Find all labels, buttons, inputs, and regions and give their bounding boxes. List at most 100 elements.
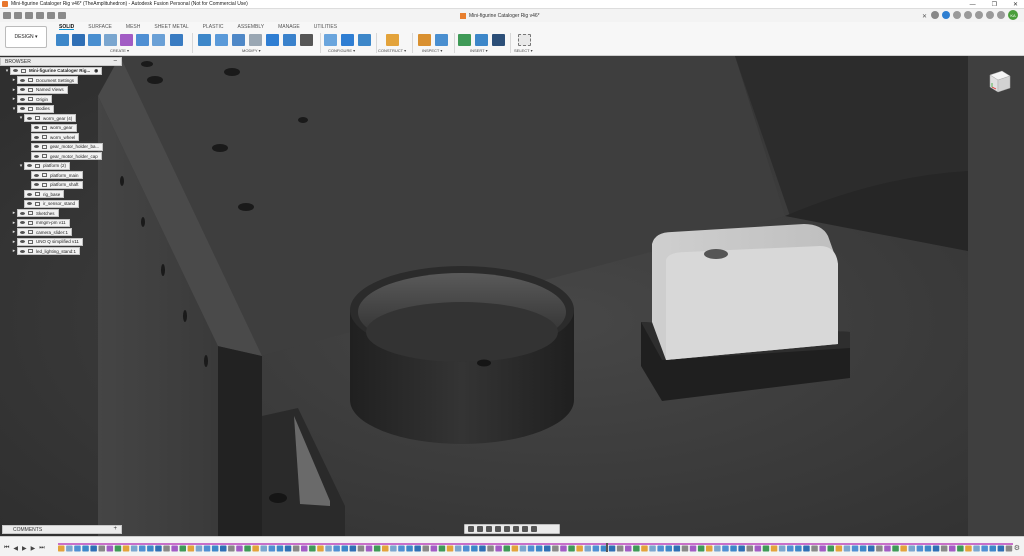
- visibility-eye-icon[interactable]: [20, 249, 25, 253]
- question-icon[interactable]: [997, 11, 1005, 19]
- timeline-feature-icon[interactable]: [260, 545, 268, 552]
- tree-item-label[interactable]: Named Views: [17, 85, 68, 94]
- home-icon[interactable]: [3, 12, 11, 19]
- timeline-feature-icon[interactable]: [438, 545, 446, 552]
- tree-item[interactable]: ▸ Named Views: [0, 85, 122, 95]
- look-at-icon[interactable]: [477, 526, 483, 532]
- extrude-icon[interactable]: [88, 34, 101, 46]
- configure-rule-icon[interactable]: [358, 34, 371, 46]
- timeline-feature-icon[interactable]: [697, 545, 705, 552]
- timeline-feature-icon[interactable]: [681, 545, 689, 552]
- timeline-feature-icon[interactable]: [349, 545, 357, 552]
- timeline-feature-icon[interactable]: [535, 545, 543, 552]
- create-sketch-icon[interactable]: [72, 34, 85, 46]
- help-icon[interactable]: [975, 11, 983, 19]
- tree-item[interactable]: rig_base: [0, 190, 122, 200]
- split-body-icon[interactable]: [283, 34, 296, 46]
- tree-item[interactable]: ▾ Bodies: [0, 104, 122, 114]
- fit-icon[interactable]: [504, 526, 510, 532]
- timeline-feature-icon[interactable]: [341, 545, 349, 552]
- tree-item[interactable]: ▸ Origin: [0, 95, 122, 105]
- timeline-feature-icon[interactable]: [649, 545, 656, 552]
- chamfer-icon[interactable]: [232, 34, 245, 46]
- timeline-feature-icon[interactable]: [406, 545, 413, 552]
- timeline-feature-icon[interactable]: [706, 545, 713, 552]
- timeline-feature-icon[interactable]: [284, 545, 292, 552]
- timeline-feature-icon[interactable]: [965, 545, 972, 552]
- step-back-icon[interactable]: ◀: [13, 545, 18, 552]
- comments-panel[interactable]: COMMENTS +: [2, 525, 122, 534]
- extensions-icon[interactable]: [942, 11, 950, 19]
- timeline-feature-icon[interactable]: [365, 545, 373, 552]
- tab-manage[interactable]: MANAGE: [278, 22, 300, 30]
- redo-icon[interactable]: [58, 12, 66, 19]
- maximize-icon[interactable]: ❐: [992, 1, 997, 8]
- timeline-feature-icon[interactable]: [511, 545, 519, 552]
- timeline-feature-icon[interactable]: [527, 545, 535, 552]
- timeline-feature-icon[interactable]: [58, 545, 65, 552]
- timeline-feature-icon[interactable]: [989, 545, 997, 552]
- timeline-feature-icon[interactable]: [827, 545, 835, 552]
- tree-item-label[interactable]: Bodies: [17, 104, 54, 113]
- tree-item[interactable]: ▾ worm_gear (4): [0, 114, 122, 124]
- timeline-feature-icon[interactable]: [471, 545, 478, 552]
- minimize-icon[interactable]: —: [970, 2, 976, 8]
- tree-item-label[interactable]: gear_motor_holder_cap: [31, 152, 102, 161]
- timeline-feature-icon[interactable]: [584, 545, 592, 552]
- configure-table-icon[interactable]: [324, 34, 337, 46]
- tree-root[interactable]: ▾ Mini-figurine Cataloger Rig... ◉: [0, 66, 122, 76]
- tree-item[interactable]: gear_motor_holder_ba...: [0, 142, 122, 152]
- tree-item-label[interactable]: platform_main: [31, 171, 83, 180]
- insert-group-label[interactable]: INSERT ▾: [470, 48, 488, 53]
- notifications-icon[interactable]: [964, 11, 972, 19]
- timeline-feature-icon[interactable]: [633, 545, 640, 552]
- timeline-feature-icon[interactable]: [276, 545, 284, 552]
- tree-item-label[interactable]: led_lighting_stand:1: [17, 247, 81, 256]
- grid-settings-icon[interactable]: [522, 526, 528, 532]
- tree-item-label[interactable]: worm_gear: [31, 123, 77, 132]
- tab-mesh[interactable]: MESH: [126, 22, 140, 30]
- visibility-eye-icon[interactable]: [20, 211, 25, 215]
- timeline-feature-icon[interactable]: [220, 545, 227, 552]
- tree-item-label[interactable]: worm_gear (4): [24, 114, 77, 123]
- tab-plastic[interactable]: PLASTIC: [203, 22, 224, 30]
- tree-item-label[interactable]: Document Settings: [17, 76, 79, 85]
- shell-icon[interactable]: [249, 34, 262, 46]
- visibility-eye-icon[interactable]: [27, 192, 32, 196]
- mirror-icon[interactable]: [170, 34, 183, 46]
- timeline-feature-icon[interactable]: [463, 545, 470, 552]
- timeline-feature-icon[interactable]: [495, 545, 502, 552]
- timeline-track[interactable]: [58, 543, 1013, 552]
- workspace-switcher[interactable]: DESIGN ▾: [5, 26, 47, 48]
- close-icon[interactable]: ✕: [1013, 1, 1018, 8]
- timeline-feature-icon[interactable]: [195, 545, 203, 552]
- form-icon[interactable]: [120, 34, 133, 46]
- orbit-icon[interactable]: [468, 526, 474, 532]
- timeline-feature-icon[interactable]: [292, 545, 300, 552]
- timeline-feature-icon[interactable]: [317, 545, 324, 552]
- timeline-feature-icon[interactable]: [454, 545, 462, 552]
- document-tab[interactable]: Mini-figurine Cataloger Rig v46* ✕: [460, 10, 927, 22]
- timeline-feature-icon[interactable]: [187, 545, 195, 552]
- tree-item[interactable]: ▸ camera_slider:1: [0, 228, 122, 238]
- tree-item[interactable]: ▸ UNO Q simplified v11: [0, 237, 122, 247]
- timeline-feature-icon[interactable]: [560, 545, 567, 552]
- timeline-feature-icon[interactable]: [641, 545, 648, 552]
- visibility-eye-icon[interactable]: [13, 69, 18, 73]
- timeline-feature-icon[interactable]: [130, 545, 138, 552]
- timeline-feature-icon[interactable]: [730, 545, 737, 552]
- modify-group-label[interactable]: MODIFY ▾: [242, 48, 261, 53]
- visibility-eye-icon[interactable]: [20, 240, 25, 244]
- timeline-feature-icon[interactable]: [795, 545, 802, 552]
- visibility-eye-icon[interactable]: [20, 97, 25, 101]
- timeline-feature-icon[interactable]: [932, 545, 940, 552]
- section-analysis-icon[interactable]: [435, 34, 448, 46]
- grid-icon[interactable]: [14, 12, 22, 19]
- timeline-feature-icon[interactable]: [503, 545, 511, 552]
- timeline-feature-icon[interactable]: [90, 545, 97, 552]
- timeline-feature-icon[interactable]: [568, 545, 575, 552]
- tree-item[interactable]: ir_sensor_stand: [0, 199, 122, 209]
- timeline-feature-icon[interactable]: [309, 545, 316, 552]
- timeline-marker[interactable]: [606, 543, 608, 552]
- tab-assembly[interactable]: ASSEMBLY: [237, 22, 264, 30]
